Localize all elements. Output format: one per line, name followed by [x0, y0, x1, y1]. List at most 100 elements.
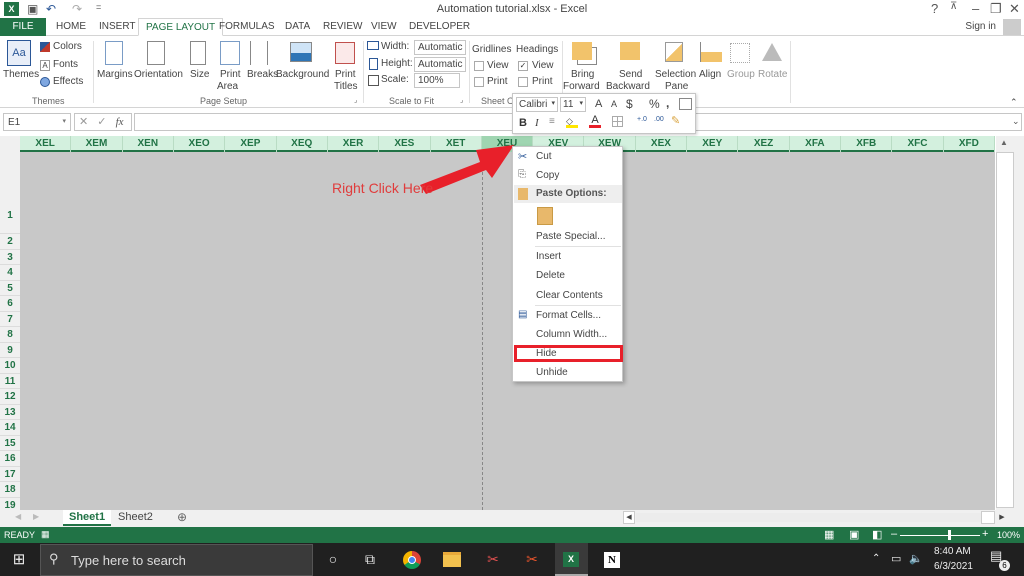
currency-icon[interactable]: $	[626, 97, 633, 111]
selection-pane-button[interactable]: Selection	[655, 69, 696, 80]
send-backward-button[interactable]: Send	[619, 69, 642, 80]
horizontal-scroll-thumb[interactable]	[981, 511, 995, 524]
row-header-18[interactable]: 18	[0, 482, 20, 498]
hscroll-right-icon[interactable]: ▶	[996, 511, 1008, 524]
gridlines-view-checkbox[interactable]	[474, 61, 484, 71]
menu-item-insert[interactable]: Insert	[536, 251, 561, 262]
grow-font-icon[interactable]: A	[595, 98, 602, 110]
normal-view-icon[interactable]: ▦	[824, 528, 834, 541]
font-name-dropdown[interactable]: Calibri ▾	[516, 97, 558, 112]
zoom-slider-track[interactable]	[900, 535, 980, 536]
enter-icon[interactable]: ✓	[97, 116, 106, 128]
clock-date[interactable]: 6/3/2021	[934, 561, 973, 572]
file-explorer-icon[interactable]	[443, 552, 461, 567]
tab-formulas[interactable]: FORMULAS	[212, 18, 282, 36]
font-size-dropdown[interactable]: 11 ▾	[560, 97, 586, 112]
menu-item-column-width[interactable]: Column Width...	[536, 329, 607, 340]
insert-function-icon[interactable]: fx	[116, 116, 124, 128]
column-header-xer[interactable]: XER	[328, 136, 380, 152]
cancel-icon[interactable]: ✕	[79, 116, 88, 128]
bold-icon[interactable]: B	[519, 117, 527, 129]
font-color-icon[interactable]: A	[589, 114, 601, 128]
zoom-out-icon[interactable]: –	[891, 528, 897, 540]
sheet-tab-sheet1[interactable]: Sheet1	[63, 510, 112, 526]
clock-time[interactable]: 8:40 AM	[934, 546, 971, 557]
print-area-button[interactable]: Print	[220, 69, 241, 80]
horizontal-scrollbar[interactable]	[636, 513, 981, 522]
percent-icon[interactable]: %	[649, 97, 660, 111]
row-header-11[interactable]: 11	[0, 374, 20, 389]
merge-center-icon[interactable]	[679, 98, 692, 110]
rotate-button[interactable]: Rotate	[758, 69, 787, 80]
macro-record-icon[interactable]: ▦	[41, 529, 50, 540]
scale-launcher-icon[interactable]: ⌟	[460, 96, 463, 104]
breaks-button[interactable]: Breaks	[247, 69, 278, 80]
zoom-level[interactable]: 100%	[997, 530, 1020, 540]
vertical-scroll-thumb[interactable]	[996, 152, 1014, 508]
help-icon[interactable]: ?	[931, 1, 938, 16]
row-header-6[interactable]: 6	[0, 296, 20, 312]
new-sheet-icon[interactable]: ⊕	[177, 510, 187, 524]
scale-spinner[interactable]: 100%	[414, 73, 460, 88]
row-header-17[interactable]: 17	[0, 467, 20, 482]
page-layout-view-icon[interactable]: ▣	[849, 528, 859, 541]
menu-item-delete[interactable]: Delete	[536, 270, 565, 281]
format-painter-icon[interactable]: ✎	[671, 114, 680, 127]
hscroll-left-icon[interactable]: ◀	[623, 511, 635, 524]
headings-view-checkbox[interactable]: ✓	[518, 61, 528, 71]
menu-item-paste-special[interactable]: Paste Special...	[536, 231, 605, 242]
show-hidden-icons[interactable]: ⌃	[872, 553, 880, 564]
menu-item-cut[interactable]: Cut	[536, 151, 552, 162]
height-dropdown[interactable]: Automatic	[414, 57, 466, 72]
tab-data[interactable]: DATA	[278, 18, 317, 36]
battery-icon[interactable]: ▭	[891, 552, 901, 565]
minimize-icon[interactable]: –	[972, 1, 979, 16]
cell-grid[interactable]	[20, 152, 995, 510]
scroll-up-icon[interactable]: ▲	[1000, 138, 1008, 147]
row-header-16[interactable]: 16	[0, 451, 20, 467]
row-header-2[interactable]: 2	[0, 234, 20, 250]
tab-insert[interactable]: INSERT	[92, 18, 143, 36]
ribbon-display-icon[interactable]: ⊼	[950, 1, 957, 12]
width-dropdown[interactable]: Automatic	[414, 40, 466, 55]
effects-button[interactable]: Effects	[53, 76, 83, 87]
shrink-font-icon[interactable]: A	[611, 99, 617, 109]
taskbar-search-box[interactable]: ⚲ Type here to search	[40, 544, 313, 576]
borders-icon[interactable]	[612, 116, 623, 127]
menu-item-clear-contents[interactable]: Clear Contents	[536, 290, 603, 301]
column-header-xfb[interactable]: XFB	[841, 136, 893, 152]
italic-icon[interactable]: I	[535, 117, 539, 129]
comma-style-icon[interactable]: ,	[666, 96, 669, 110]
task-view-icon[interactable]: ⧉	[357, 551, 383, 568]
sign-in-link[interactable]: Sign in	[965, 21, 996, 32]
snipping-tool-icon[interactable]: ✂	[480, 551, 506, 568]
align-center-icon[interactable]: ≡	[549, 116, 555, 127]
align-button[interactable]: Align	[699, 69, 721, 80]
increase-decimal-icon[interactable]: +.0	[637, 116, 647, 123]
tab-home[interactable]: HOME	[49, 18, 93, 36]
background-button[interactable]: Background	[276, 69, 329, 80]
orientation-button[interactable]: Orientation	[134, 69, 183, 80]
size-button[interactable]: Size	[190, 69, 209, 80]
tab-page-layout[interactable]: PAGE LAYOUT	[138, 18, 224, 36]
colors-button[interactable]: Colors	[53, 41, 82, 52]
fonts-button[interactable]: Fonts	[53, 59, 78, 70]
row-header-10[interactable]: 10	[0, 358, 20, 374]
tab-file[interactable]: FILE	[0, 18, 46, 36]
avatar-icon[interactable]	[1003, 19, 1021, 35]
column-header-xez[interactable]: XEZ	[738, 136, 790, 152]
column-header-xeo[interactable]: XEO	[174, 136, 226, 152]
bring-forward-button[interactable]: Bring	[571, 69, 594, 80]
zoom-slider-thumb[interactable]	[948, 530, 951, 540]
name-box-dropdown-icon[interactable]: ▾	[62, 117, 66, 125]
menu-item-format-cells[interactable]: Format Cells...	[536, 310, 601, 321]
column-header-xeq[interactable]: XEQ	[277, 136, 328, 152]
chrome-icon[interactable]	[403, 551, 421, 569]
page-setup-launcher-icon[interactable]: ⌟	[354, 96, 357, 104]
cortana-icon[interactable]: ○	[320, 551, 346, 567]
row-header-14[interactable]: 14	[0, 420, 20, 436]
sheet-tab-sheet2[interactable]: Sheet2	[112, 510, 159, 526]
windows-start-icon[interactable]: ⊞	[6, 550, 32, 568]
name-box[interactable]: E1 ▾	[3, 113, 71, 131]
row-header-1[interactable]: 1	[0, 152, 20, 234]
